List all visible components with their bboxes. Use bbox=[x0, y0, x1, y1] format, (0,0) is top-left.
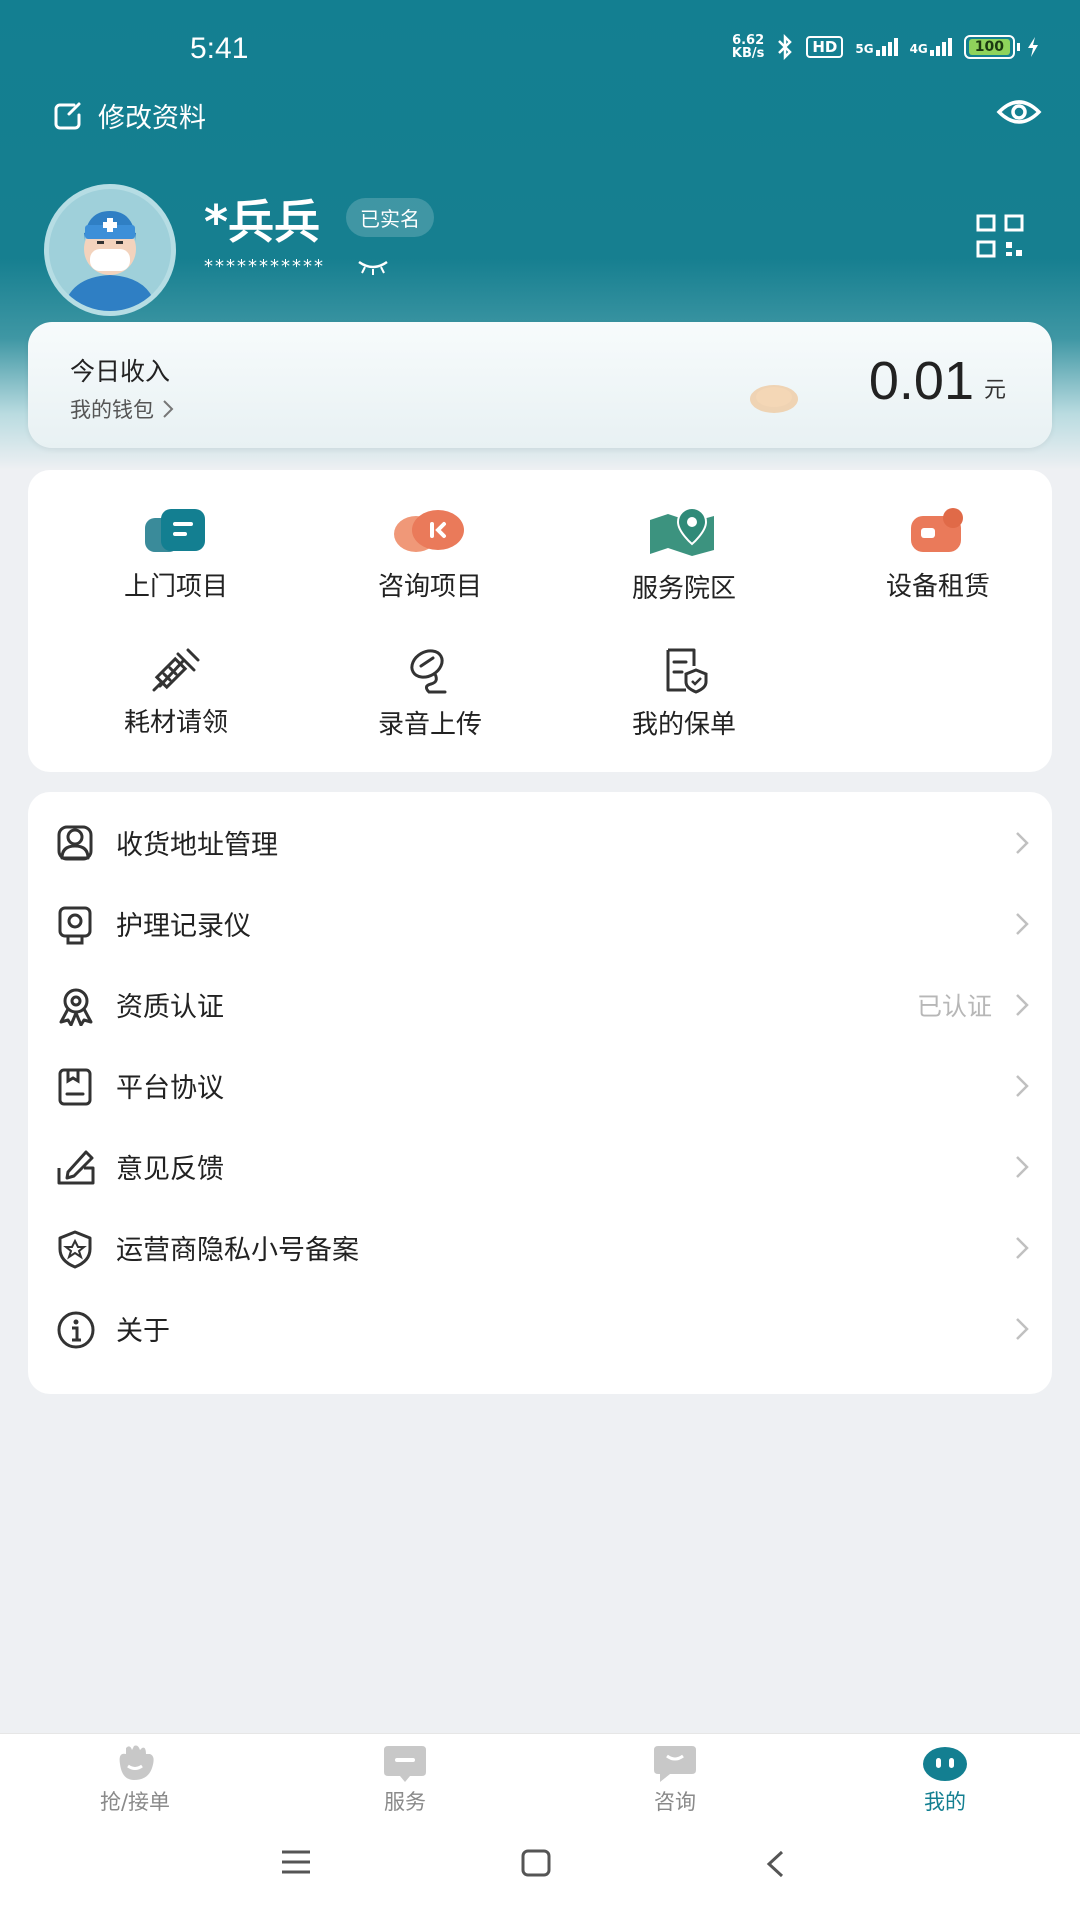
coin-icon bbox=[750, 385, 798, 413]
syringe-icon bbox=[152, 648, 200, 692]
income-amount: 0.01 bbox=[868, 351, 974, 411]
recorder-icon bbox=[58, 906, 92, 945]
grid-hospital-area[interactable]: 服务院区 bbox=[564, 506, 804, 626]
certification-status: 已认证 bbox=[916, 991, 992, 1021]
edit-profile-label: 修改资料 bbox=[98, 103, 206, 134]
chevron-right-icon bbox=[1016, 832, 1029, 854]
qr-code-icon[interactable] bbox=[976, 214, 1026, 258]
home-visit-icon bbox=[145, 509, 205, 552]
list-label: 护理记录仪 bbox=[116, 911, 251, 942]
grab-order-icon bbox=[119, 1745, 154, 1780]
signal-4g-icon: 4G bbox=[910, 38, 952, 56]
chevron-right-icon bbox=[1016, 913, 1029, 935]
list-item-agreement[interactable]: 平台协议 bbox=[28, 1045, 1052, 1126]
status-time: 5:41 bbox=[190, 32, 249, 65]
privacy-number-icon bbox=[58, 1230, 92, 1269]
list-item-recorder[interactable]: 护理记录仪 bbox=[28, 883, 1052, 964]
bottom-navigation: 抢/接单 服务 咨询 我的 bbox=[0, 1733, 1080, 1824]
grid-recording-upload[interactable]: 录音上传 bbox=[310, 646, 550, 766]
home-icon[interactable] bbox=[521, 1849, 551, 1877]
insurance-policy-icon bbox=[666, 648, 708, 694]
chevron-right-icon bbox=[1016, 1156, 1029, 1178]
list-label: 运营商隐私小号备案 bbox=[116, 1235, 359, 1266]
grid-supplies-request[interactable]: 耗材请领 bbox=[56, 646, 296, 766]
tab-grab-order[interactable]: 抢/接单 bbox=[35, 1744, 235, 1816]
consult-nav-icon bbox=[654, 1746, 696, 1782]
eye-closed-icon[interactable] bbox=[356, 258, 390, 276]
network-speed: 6.62 KB/s bbox=[731, 33, 765, 61]
avatar[interactable] bbox=[44, 184, 176, 316]
tab-consult[interactable]: 咨询 bbox=[575, 1744, 775, 1816]
status-bar: 5:41 6.62 KB/s HD 5G 4G 100 bbox=[0, 0, 1080, 100]
chevron-right-icon bbox=[1016, 994, 1029, 1016]
profile-icon bbox=[923, 1747, 967, 1781]
chevron-right-icon bbox=[1016, 1318, 1029, 1340]
status-icons: 6.62 KB/s HD 5G 4G 100 bbox=[732, 34, 1040, 60]
tab-profile[interactable]: 我的 bbox=[845, 1744, 1045, 1816]
service-icon bbox=[384, 1746, 426, 1782]
user-name: *兵兵 bbox=[204, 195, 321, 249]
feedback-icon bbox=[57, 1150, 95, 1185]
list-label: 意见反馈 bbox=[116, 1154, 224, 1185]
list-label: 资质认证 bbox=[116, 992, 224, 1023]
nurse-avatar-icon bbox=[63, 211, 157, 311]
list-item-certification[interactable]: 资质认证 已认证 bbox=[28, 964, 1052, 1045]
hospital-location-icon bbox=[650, 506, 714, 556]
edit-profile-button[interactable]: 修改资料 bbox=[52, 96, 206, 135]
list-item-feedback[interactable]: 意见反馈 bbox=[28, 1126, 1052, 1207]
edit-icon bbox=[54, 102, 81, 129]
grid-consult[interactable]: 咨询项目 bbox=[310, 506, 550, 626]
chevron-right-icon bbox=[163, 400, 174, 418]
charging-icon bbox=[1028, 37, 1038, 57]
tab-service[interactable]: 服务 bbox=[305, 1744, 505, 1816]
equipment-rental-icon bbox=[911, 508, 963, 552]
masked-phone: *********** bbox=[204, 256, 325, 277]
eye-icon[interactable] bbox=[996, 94, 1042, 130]
grid-insurance-policy[interactable]: 我的保单 bbox=[564, 646, 804, 766]
battery-icon: 100 bbox=[963, 35, 1040, 59]
income-unit: 元 bbox=[983, 378, 1006, 403]
list-label: 平台协议 bbox=[116, 1073, 224, 1104]
list-item-about[interactable]: 关于 bbox=[28, 1288, 1052, 1369]
list-item-address[interactable]: 收货地址管理 bbox=[28, 802, 1052, 883]
list-label: 收货地址管理 bbox=[116, 830, 278, 861]
system-navigation-bar bbox=[0, 1823, 1080, 1920]
address-icon bbox=[57, 825, 93, 861]
verified-badge: 已实名 bbox=[346, 198, 434, 237]
list-item-privacy-number[interactable]: 运营商隐私小号备案 bbox=[28, 1207, 1052, 1288]
signal-5g-icon: 5G bbox=[855, 38, 898, 56]
income-card[interactable]: 今日收入 我的钱包 0.01 元 bbox=[28, 322, 1052, 448]
back-icon[interactable] bbox=[764, 1849, 786, 1879]
certification-icon bbox=[59, 988, 93, 1026]
income-title: 今日收入 bbox=[70, 357, 171, 386]
menu-icon[interactable] bbox=[280, 1849, 312, 1875]
grid-equipment-rental[interactable]: 设备租赁 bbox=[818, 506, 1058, 626]
recording-upload-icon bbox=[410, 649, 447, 694]
service-grid: 上门项目 咨询项目 服务院区 设备租赁 耗材请领 录音上传 我的保单 bbox=[28, 470, 1052, 772]
consult-icon bbox=[394, 510, 464, 552]
list-label: 关于 bbox=[116, 1316, 170, 1347]
wallet-link[interactable]: 我的钱包 bbox=[70, 394, 174, 424]
about-icon bbox=[57, 1311, 95, 1349]
chevron-right-icon bbox=[1016, 1237, 1029, 1259]
hd-voice-badge: HD bbox=[806, 36, 844, 58]
grid-home-visit[interactable]: 上门项目 bbox=[56, 506, 296, 626]
agreement-icon bbox=[58, 1068, 92, 1106]
bluetooth-icon bbox=[778, 34, 793, 60]
chevron-right-icon bbox=[1016, 1075, 1029, 1097]
settings-list: 收货地址管理 护理记录仪 资质认证 已认证 平台协议 意见反馈 运营商隐私小号备… bbox=[28, 792, 1052, 1394]
